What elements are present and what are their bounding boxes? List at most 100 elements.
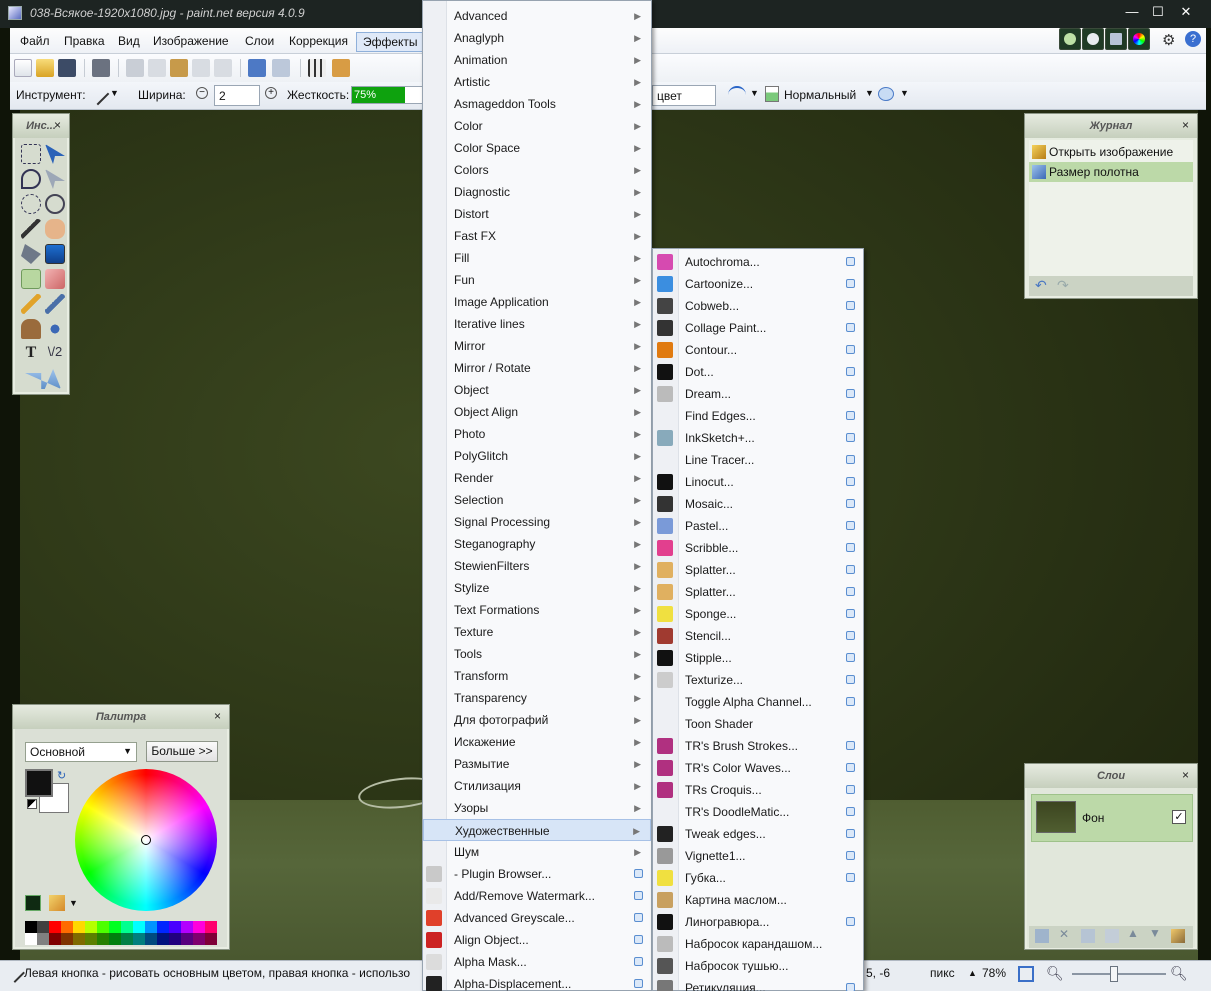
artistic-effect-item[interactable]: Vignette1... <box>653 845 863 867</box>
artistic-effect-item[interactable]: Stencil... <box>653 625 863 647</box>
more-colors-button[interactable]: Больше >> <box>146 741 218 762</box>
palette-swatch[interactable] <box>85 921 97 933</box>
effects-submenu-item[interactable]: Advanced ▶ <box>423 5 651 27</box>
palette-swatch[interactable] <box>109 921 121 933</box>
palette-swatch[interactable] <box>193 933 205 945</box>
effects-submenu-item[interactable]: Signal Processing ▶ <box>423 511 651 533</box>
menu-effects[interactable]: Эффекты <box>356 32 425 52</box>
effects-submenu-item[interactable]: Texture ▶ <box>423 621 651 643</box>
rectangle-select-icon[interactable] <box>21 144 41 164</box>
palette-swatch[interactable] <box>97 921 109 933</box>
artistic-effect-item[interactable]: TR's DoodleMatic... <box>653 801 863 823</box>
paintbrush-icon[interactable] <box>86 82 110 106</box>
add-to-palette-icon[interactable] <box>25 895 41 911</box>
effects-submenu-item[interactable]: Image Application ▶ <box>423 291 651 313</box>
pencil-icon[interactable] <box>21 294 41 314</box>
menu-adjustments[interactable]: Коррекция <box>283 32 354 52</box>
primary-color-swatch[interactable] <box>25 769 53 797</box>
artistic-effect-item[interactable]: Картина маслом... <box>653 889 863 911</box>
units-select[interactable]: пикс <box>930 966 955 980</box>
artistic-effect-item[interactable]: Line Tracer... <box>653 449 863 471</box>
merge-layer-icon[interactable] <box>1105 929 1119 943</box>
effects-submenu-item[interactable]: PolyGlitch ▶ <box>423 445 651 467</box>
deselect-icon[interactable] <box>214 59 232 77</box>
layers-toggle-icon[interactable] <box>1105 28 1127 50</box>
palette-swatch[interactable] <box>85 933 97 945</box>
artistic-effect-item[interactable]: Scribble... <box>653 537 863 559</box>
menu-view[interactable]: Вид <box>112 32 146 52</box>
palette-panel-close-icon[interactable]: × <box>214 709 221 723</box>
zoom-out-icon[interactable]: 🔍︎ <box>1046 965 1064 982</box>
effects-submenu-item[interactable]: Anaglyph ▶ <box>423 27 651 49</box>
artistic-effect-item[interactable]: Dream... <box>653 383 863 405</box>
palette-swatches[interactable] <box>25 921 217 945</box>
help-icon[interactable]: ? <box>1185 31 1201 47</box>
palette-swatch[interactable] <box>181 921 193 933</box>
minimize-button[interactable]: — <box>1121 4 1143 20</box>
effects-plugin-item[interactable]: - Plugin Browser... <box>423 863 651 885</box>
palette-mode-select[interactable]: Основной ▼ <box>25 742 137 762</box>
paste-icon[interactable] <box>170 59 188 77</box>
palette-swatch[interactable] <box>181 933 193 945</box>
effects-submenu-item[interactable]: Mirror ▶ <box>423 335 651 357</box>
antialias-icon[interactable] <box>728 86 746 104</box>
zoom-value[interactable]: 78% <box>982 966 1006 980</box>
effects-submenu-item[interactable]: Distort ▶ <box>423 203 651 225</box>
effects-submenu-item[interactable]: Transparency ▶ <box>423 687 651 709</box>
lasso-select-icon[interactable] <box>21 169 41 189</box>
tools-toggle-icon[interactable] <box>1059 28 1081 50</box>
zoom-to-window-icon[interactable] <box>1018 966 1034 982</box>
palette-swatch[interactable] <box>37 933 49 945</box>
palette-menu-chevron-icon[interactable]: ▼ <box>69 898 78 908</box>
effects-submenu-item[interactable]: Iterative lines ▶ <box>423 313 651 335</box>
open-file-icon[interactable] <box>36 59 54 77</box>
artistic-effect-item[interactable]: Splatter... <box>653 559 863 581</box>
swap-colors-icon[interactable]: ↻ <box>57 769 66 782</box>
duplicate-layer-icon[interactable] <box>1081 929 1095 943</box>
artistic-effect-item[interactable]: TR's Brush Strokes... <box>653 735 863 757</box>
zoom-icon[interactable] <box>45 194 65 214</box>
history-undo-icon[interactable]: ↶ <box>1035 277 1047 294</box>
palette-swatch[interactable] <box>133 933 145 945</box>
undo-icon[interactable] <box>248 59 266 77</box>
artistic-effect-item[interactable]: Dot... <box>653 361 863 383</box>
reset-colors-icon[interactable] <box>27 799 37 809</box>
move-selection-icon[interactable] <box>45 169 65 189</box>
history-item-open-image[interactable]: Открыть изображение <box>1029 142 1193 162</box>
color-mode-select[interactable]: цвет <box>652 85 716 106</box>
effects-submenu-item[interactable]: Selection ▶ <box>423 489 651 511</box>
artistic-effect-item[interactable]: Collage Paint... <box>653 317 863 339</box>
palette-swatch[interactable] <box>97 933 109 945</box>
selection-mode-chevron-icon[interactable]: ▼ <box>900 88 909 98</box>
menu-image[interactable]: Изображение <box>147 32 235 52</box>
move-layer-up-icon[interactable]: ▲ <box>1127 926 1139 940</box>
palette-swatch[interactable] <box>61 933 73 945</box>
selection-mode-icon[interactable] <box>878 87 894 101</box>
artistic-effect-item[interactable]: TR's Color Waves... <box>653 757 863 779</box>
eraser-icon[interactable] <box>45 269 65 289</box>
palette-swatch[interactable] <box>205 933 217 945</box>
effects-submenu-item[interactable]: Color ▶ <box>423 115 651 137</box>
text-icon[interactable]: T <box>21 344 41 364</box>
artistic-effect-item[interactable]: Mosaic... <box>653 493 863 515</box>
effects-submenu-item[interactable]: Шум ▶ <box>423 841 651 863</box>
effects-submenu-item[interactable]: Diagnostic ▶ <box>423 181 651 203</box>
effects-plugin-item[interactable]: Alpha-Displacement... <box>423 973 651 991</box>
ellipse-select-icon[interactable] <box>21 194 41 214</box>
artistic-effect-item[interactable]: Contour... <box>653 339 863 361</box>
tool-dropdown-chevron-icon[interactable]: ▼ <box>110 88 119 98</box>
palette-swatch[interactable] <box>25 921 37 933</box>
layer-visibility-checkbox[interactable]: ✓ <box>1172 810 1186 824</box>
effects-submenu-item[interactable]: Object ▶ <box>423 379 651 401</box>
colors-toggle-icon[interactable] <box>1128 28 1150 50</box>
effects-submenu-item[interactable]: Размытие ▶ <box>423 753 651 775</box>
palette-menu-icon[interactable] <box>49 895 65 911</box>
palette-swatch[interactable] <box>49 933 61 945</box>
artistic-effect-item[interactable]: Stipple... <box>653 647 863 669</box>
menu-file[interactable]: Файл <box>14 32 56 52</box>
artistic-effect-item[interactable]: Sponge... <box>653 603 863 625</box>
blend-mode-select[interactable]: Нормальный <box>784 88 856 102</box>
copy-icon[interactable] <box>148 59 166 77</box>
move-selected-icon[interactable] <box>45 144 65 164</box>
effects-submenu-item[interactable]: Для фотографий ▶ <box>423 709 651 731</box>
